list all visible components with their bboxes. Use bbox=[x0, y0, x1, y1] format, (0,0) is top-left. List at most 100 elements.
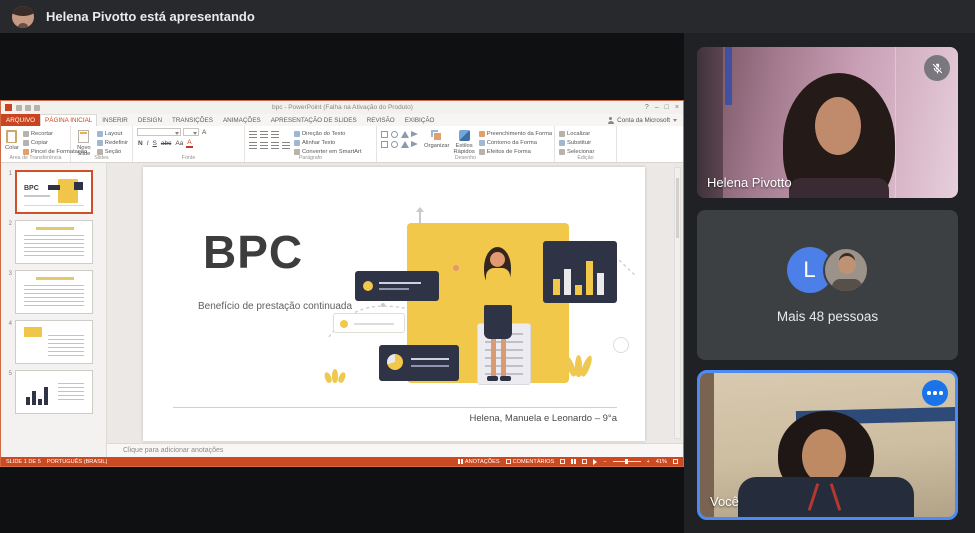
quick-styles-button: Estilos Rápidos bbox=[453, 128, 474, 156]
slide-thumbnail-4: 4 bbox=[1, 317, 106, 367]
notes-placeholder: Clique para adicionar anotações bbox=[123, 447, 223, 454]
font-color-button: A bbox=[186, 139, 192, 148]
slide-credits: Helena, Manuela e Leonardo – 9°a bbox=[470, 413, 617, 424]
align-center-icon bbox=[260, 142, 268, 149]
shape-outline-icon bbox=[479, 140, 485, 146]
plant-decoration-right bbox=[567, 355, 590, 377]
group-label-slides: Slides bbox=[71, 155, 132, 161]
group-label-clipboard: Área de Transferência bbox=[1, 155, 70, 161]
underline-button: S bbox=[152, 140, 158, 147]
arrange-icon bbox=[431, 130, 442, 141]
thumbnail-1-preview: BPC bbox=[15, 170, 93, 214]
shapes-gallery bbox=[381, 128, 420, 150]
account-label: Conta da Microsoft bbox=[617, 117, 670, 124]
align-right-icon bbox=[271, 142, 279, 149]
language-indicator: PORTUGUÊS (BRASIL) bbox=[47, 459, 108, 465]
self-name-label: Você bbox=[710, 494, 739, 509]
ribbon-group-paragraph: Direção do Texto Alinhar Texto Converter… bbox=[245, 126, 377, 162]
rectangle-shape-icon bbox=[381, 131, 388, 138]
powerpoint-titlebar: bpc - PowerPoint (Falha na Ativação do P… bbox=[1, 101, 683, 114]
participants-overflow-tile[interactable]: L Mais 48 pessoas bbox=[697, 210, 958, 360]
slide-thumbnail-2: 2 bbox=[1, 217, 106, 267]
plant-decoration-left bbox=[325, 369, 345, 383]
slide-canvas: BPC Benefício de prestação continuada bbox=[107, 163, 683, 443]
shape-fill-button: Preenchimento da Forma bbox=[479, 131, 552, 137]
notes-pane: Clique para adicionar anotações bbox=[107, 443, 683, 457]
bold-button: N bbox=[137, 140, 144, 147]
outline-card bbox=[333, 313, 405, 333]
participant-tile-helena[interactable]: Helena Pivotto bbox=[697, 47, 958, 198]
paste-icon bbox=[6, 130, 17, 143]
shape-fill-icon bbox=[479, 131, 485, 137]
change-case-button: Aa bbox=[174, 140, 184, 147]
slide-sorter-icon bbox=[571, 459, 576, 464]
overflow-avatars: L bbox=[787, 247, 869, 293]
slide-thumbnail-panel: 1 BPC 2 3 4 bbox=[1, 163, 107, 457]
help-icon: ? bbox=[645, 104, 649, 111]
slide-illustration bbox=[323, 217, 645, 397]
maximize-icon: □ bbox=[665, 104, 669, 111]
new-slide-icon bbox=[78, 130, 89, 143]
fit-to-window-icon bbox=[673, 459, 678, 464]
slideshow-icon bbox=[593, 459, 597, 465]
slide-scrollbar bbox=[674, 167, 681, 439]
self-body bbox=[738, 477, 914, 520]
dot-icon bbox=[939, 391, 943, 395]
layout-icon bbox=[97, 131, 103, 137]
shape-icon bbox=[381, 141, 388, 148]
bullets-icon bbox=[249, 131, 257, 138]
self-video-tile[interactable]: Você bbox=[697, 370, 958, 520]
find-icon bbox=[559, 131, 565, 137]
ribbon-tab-bar: ARQUIVO PÁGINA INICIAL INSERIR DESIGN TR… bbox=[1, 114, 683, 126]
slide-thumbnail-5: 5 bbox=[1, 367, 106, 417]
quick-access-toolbar bbox=[16, 105, 40, 111]
text-direction-button: Direção do Texto bbox=[294, 131, 362, 137]
microsoft-account: Conta da Microsoft bbox=[607, 114, 683, 126]
paste-button: Colar bbox=[5, 128, 19, 151]
font-size-dropdown bbox=[183, 128, 199, 136]
save-icon bbox=[16, 105, 22, 111]
tab-transitions: TRANSIÇÕES bbox=[167, 114, 218, 126]
ribbon-group-drawing: Organizar Estilos Rápidos Preenchimento … bbox=[377, 126, 555, 162]
reset-icon bbox=[97, 140, 103, 146]
align-text-icon bbox=[294, 140, 300, 146]
dot-icon bbox=[927, 391, 931, 395]
undo-icon bbox=[25, 105, 31, 111]
pie-chart-card bbox=[379, 345, 459, 381]
font-name-dropdown bbox=[137, 128, 181, 136]
dot-icon bbox=[933, 391, 937, 395]
self-face bbox=[802, 429, 846, 483]
participant-body bbox=[789, 178, 889, 198]
replace-button: Substituir bbox=[559, 140, 594, 146]
info-card bbox=[355, 271, 439, 301]
group-label-editing: Edição bbox=[555, 155, 616, 161]
participant-name-label: Helena Pivotto bbox=[707, 175, 792, 190]
bar-chart-card bbox=[543, 241, 617, 303]
group-label-font: Fonte bbox=[133, 155, 244, 161]
quick-styles-icon bbox=[459, 130, 470, 141]
tab-file: ARQUIVO bbox=[1, 114, 40, 126]
account-person-icon bbox=[607, 117, 614, 124]
indent-icon bbox=[271, 131, 279, 138]
shape-icon bbox=[411, 141, 418, 147]
italic-button: I bbox=[146, 140, 150, 147]
window-controls: ? – □ × bbox=[645, 104, 679, 111]
slide-title: BPC bbox=[203, 229, 303, 275]
reset-button: Redefinir bbox=[97, 140, 128, 146]
thumbnail-5-preview bbox=[15, 370, 93, 414]
group-label-paragraph: Parágrafo bbox=[245, 155, 376, 161]
arrange-button: Organizar bbox=[424, 128, 449, 149]
new-slide-button: Novo Slide bbox=[75, 128, 93, 158]
person-illustration bbox=[471, 247, 529, 385]
background-object bbox=[725, 47, 732, 105]
more-people-label: Mais 48 pessoas bbox=[777, 309, 878, 324]
top-bar: Helena Pivotto está apresentando bbox=[0, 0, 975, 33]
slide-thumbnail-1: 1 BPC bbox=[1, 167, 106, 217]
more-options-button[interactable] bbox=[922, 380, 948, 406]
numbering-icon bbox=[260, 131, 268, 138]
align-left-icon bbox=[249, 142, 257, 149]
ribbon-group-editing: Localizar Substituir Selecionar Edição bbox=[555, 126, 617, 162]
window-title: bpc - PowerPoint (Falha na Ativação do P… bbox=[44, 104, 641, 111]
chevron-down-icon bbox=[673, 119, 677, 122]
tab-design: DESIGN bbox=[133, 114, 167, 126]
